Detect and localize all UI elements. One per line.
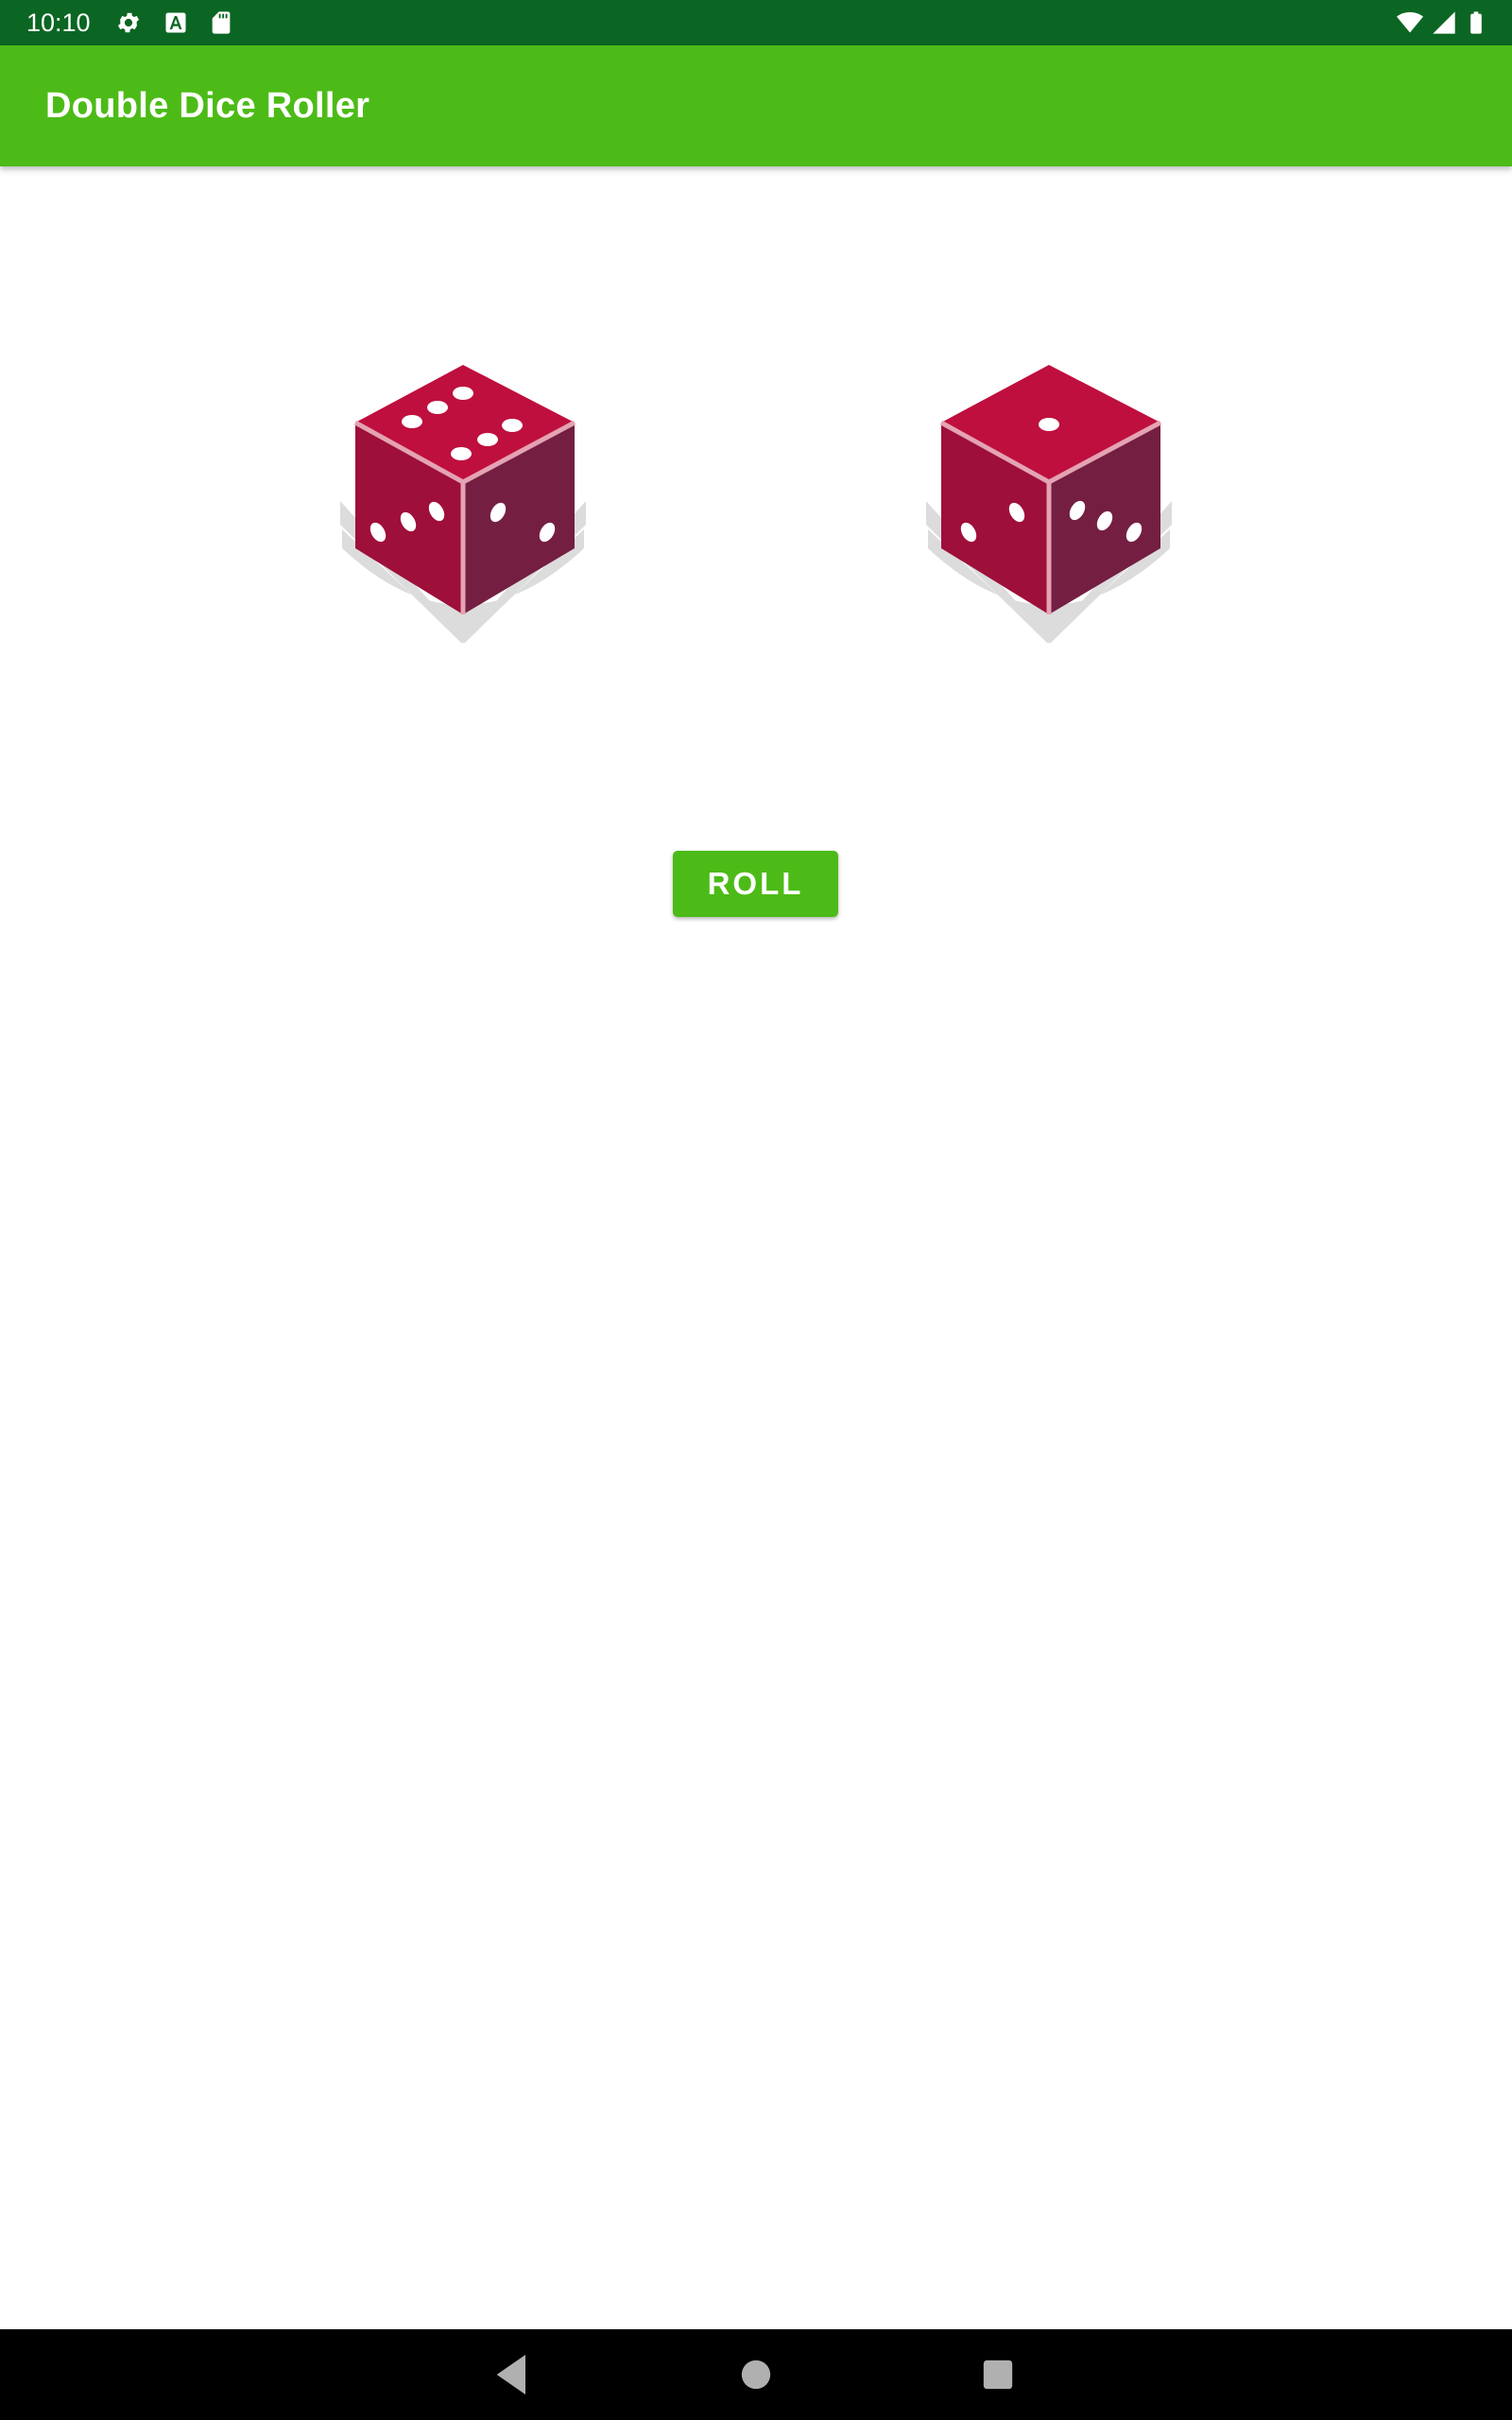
roll-button[interactable]: ROLL <box>673 851 838 917</box>
pip <box>502 419 523 432</box>
back-icon[interactable] <box>486 2348 539 2401</box>
pip <box>427 401 448 414</box>
gear-icon <box>117 12 140 33</box>
pip <box>402 415 422 428</box>
font-download-icon <box>165 12 186 33</box>
app-title: Double Dice Roller <box>45 86 370 126</box>
pip <box>453 387 473 400</box>
home-icon[interactable] <box>730 2348 782 2401</box>
battery-icon <box>1470 11 1482 34</box>
pip <box>451 447 472 460</box>
recents-icon[interactable] <box>971 2348 1024 2401</box>
sd-card-icon <box>212 11 231 34</box>
status-bar: 10:10 <box>0 0 1512 45</box>
wifi-icon <box>1397 11 1423 33</box>
pip <box>477 433 498 446</box>
dice-right <box>926 365 1172 643</box>
status-time: 10:10 <box>26 9 91 37</box>
pip <box>1039 418 1059 431</box>
app-bar: Double Dice Roller <box>0 45 1512 166</box>
signal-icon <box>1433 11 1455 34</box>
dice-left <box>340 365 586 643</box>
nav-bar <box>0 2329 1512 2420</box>
